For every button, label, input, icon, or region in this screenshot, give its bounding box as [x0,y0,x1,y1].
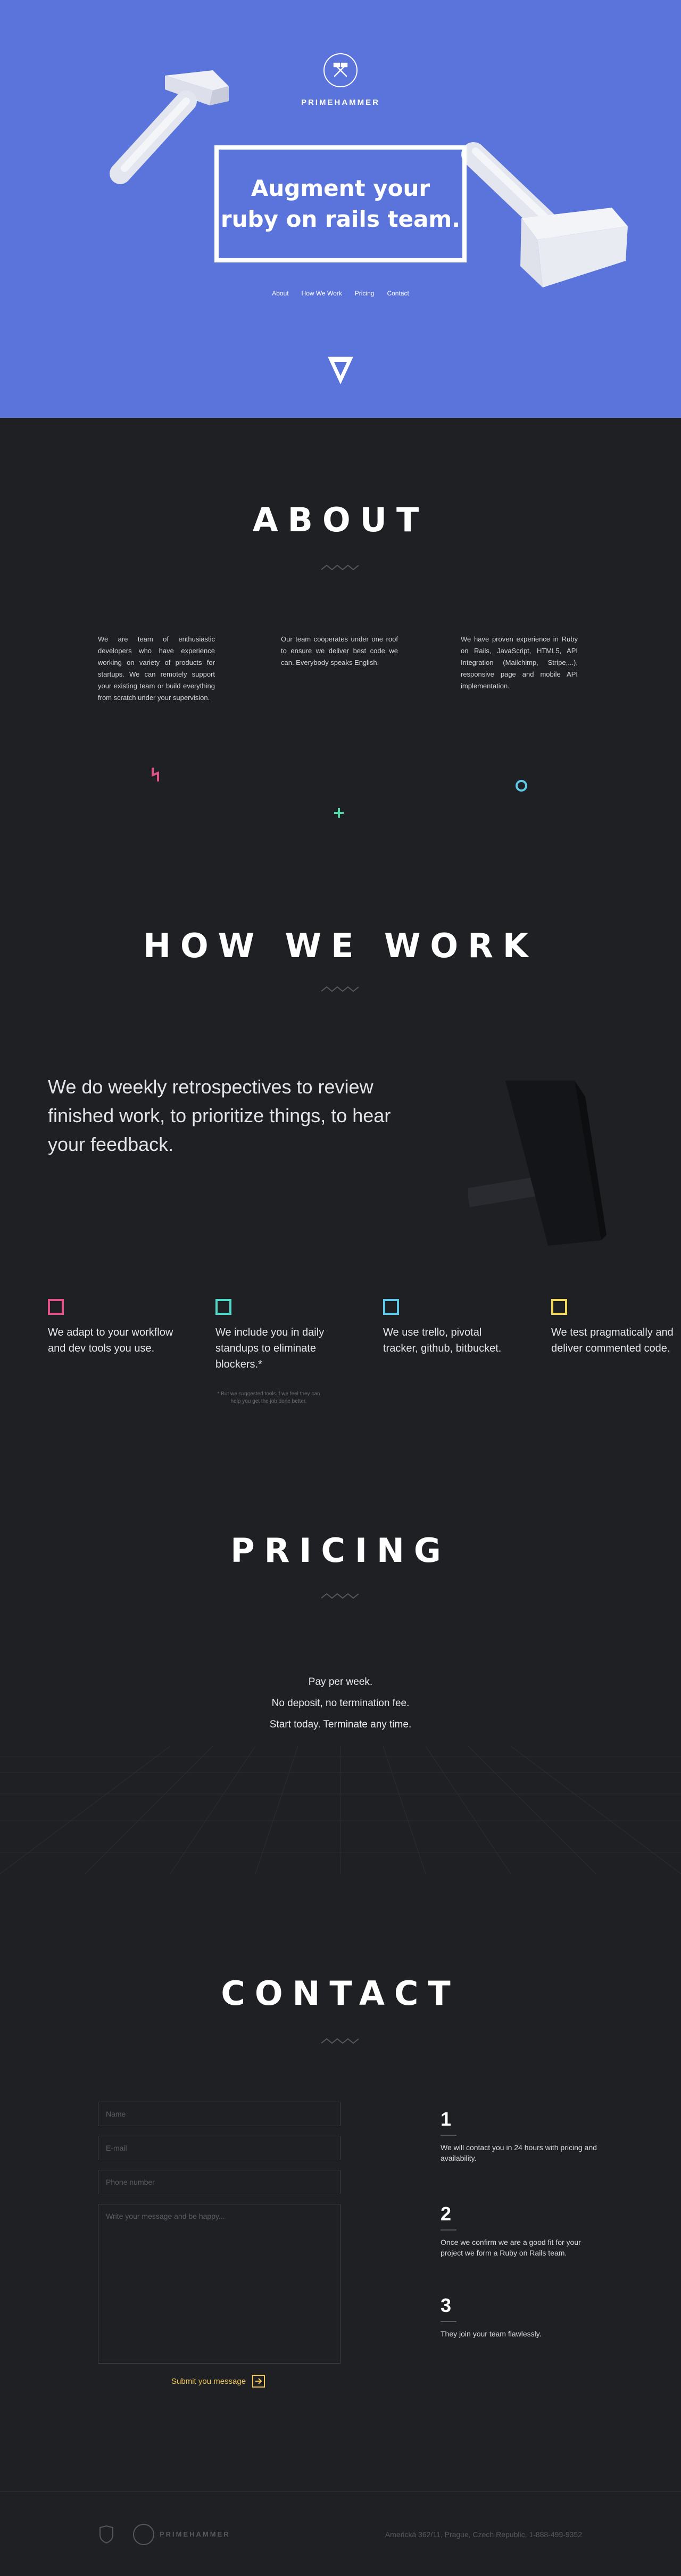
contact-step-2: 2 Once we confirm we are a good fit for … [441,2203,600,2258]
pricing-line: Start today. Terminate any time. [269,1719,412,1730]
about-title: ABOUT [252,500,429,539]
how-item-adapt: We adapt to your workflow and dev tools … [48,1299,176,1356]
submit-label: Submit you message [171,2376,246,2386]
contact-step-1: 1 We will contact you in 24 hours with p… [441,2108,600,2163]
message-field[interactable] [98,2204,340,2364]
nav-pricing[interactable]: Pricing [355,290,375,297]
pricing-line: Pay per week. [308,1676,373,1688]
step-text: Once we confirm we are a good fit for yo… [441,2238,581,2257]
email-field[interactable] [98,2136,340,2160]
zigzag-divider-icon [321,986,359,992]
logo-badge[interactable] [323,53,358,87]
how-we-work-title: HOW WE WORK [143,926,538,965]
step-divider [441,2229,456,2231]
hero-section: PRIMEHAMMER Augment your ruby on rails t… [0,0,681,418]
how-item-standups: We include you in daily standups to elim… [215,1299,343,1372]
how-item-text: We test pragmatically and deliver commen… [551,1327,674,1354]
how-we-work-lead: We do weekly retrospectives to review fi… [48,1076,391,1155]
arrow-right-icon [252,2375,265,2388]
nav-about[interactable]: About [272,290,288,297]
hammer-right-illustration [461,142,628,287]
lightning-deco-icon [152,768,159,781]
how-item-text: We adapt to your workflow and dev tools … [48,1327,173,1354]
dark-hammer-illustration [468,1081,607,1246]
contact-title: CONTACT [221,1974,460,2013]
how-item-testing: We test pragmatically and deliver commen… [551,1299,679,1356]
step-number: 2 [441,2203,452,2225]
crossed-hammers-icon [333,62,348,77]
contact-step-3: 3 They join your team flawlessly. [441,2294,600,2339]
nav-how-we-work[interactable]: How We Work [302,290,342,297]
footer-wordmark[interactable]: PRIMEHAMMER [160,2530,230,2538]
hero-title: Augment your ruby on rails team. [220,175,461,232]
logo-wordmark[interactable]: PRIMEHAMMER [0,98,681,107]
pricing-details: Pay per week. No deposit, no termination… [0,1672,681,1735]
nav-contact[interactable]: Contact [387,290,409,297]
how-item-text: We use trello, pivotal tracker, github, … [383,1327,502,1354]
footer: PRIMEHAMMER Americká 362/11, Prague, Cze… [0,2491,681,2576]
about-text-experience: We have proven experience in Ruby on Rai… [461,635,578,690]
hero-nav: About How We Work Pricing Contact [0,290,681,297]
name-field[interactable] [98,2102,340,2126]
square-pink-icon [48,1299,64,1315]
page: PRIMEHAMMER Augment your ruby on rails t… [0,0,681,2576]
plus-deco-icon [334,808,344,818]
grid-floor-deco [0,1746,681,1874]
how-item-tools: We use trello, pivotal tracker, github, … [383,1299,511,1356]
about-text-cooperation: Our team cooperates under one roof to en… [281,635,398,666]
step-number: 1 [441,2108,452,2130]
shield-icon [99,2525,113,2544]
step-text: We will contact you in 24 hours with pri… [441,2143,597,2162]
submit-button[interactable]: Submit you message [171,2375,265,2388]
footer-address: Americká 362/11, Prague, Czech Republic,… [385,2530,582,2539]
step-divider [441,2135,456,2136]
step-divider [441,2321,456,2322]
zigzag-divider-icon [321,2038,359,2044]
phone-field[interactable] [98,2170,340,2194]
about-text-team: We are team of enthusiastic developers w… [98,635,215,702]
hero-headline-frame: Augment your ruby on rails team. [214,145,467,262]
step-text: They join your team flawlessly. [441,2330,542,2338]
square-teal-icon [215,1299,231,1315]
zigzag-divider-icon [321,1593,359,1599]
how-item-text: We include you in daily standups to elim… [215,1327,325,1370]
how-footnote: * But we suggested tools if we feel they… [217,1391,320,1404]
scroll-down-arrow-icon[interactable] [327,356,354,385]
zigzag-divider-icon [321,564,359,571]
footer-logo-badge[interactable] [133,2524,154,2545]
square-blue-icon [383,1299,399,1315]
square-yellow-icon [551,1299,567,1315]
pricing-line: No deposit, no termination fee. [271,1698,410,1709]
pricing-title: PRICING [230,1531,451,1570]
circle-deco-icon [516,780,527,792]
step-number: 3 [441,2294,452,2316]
